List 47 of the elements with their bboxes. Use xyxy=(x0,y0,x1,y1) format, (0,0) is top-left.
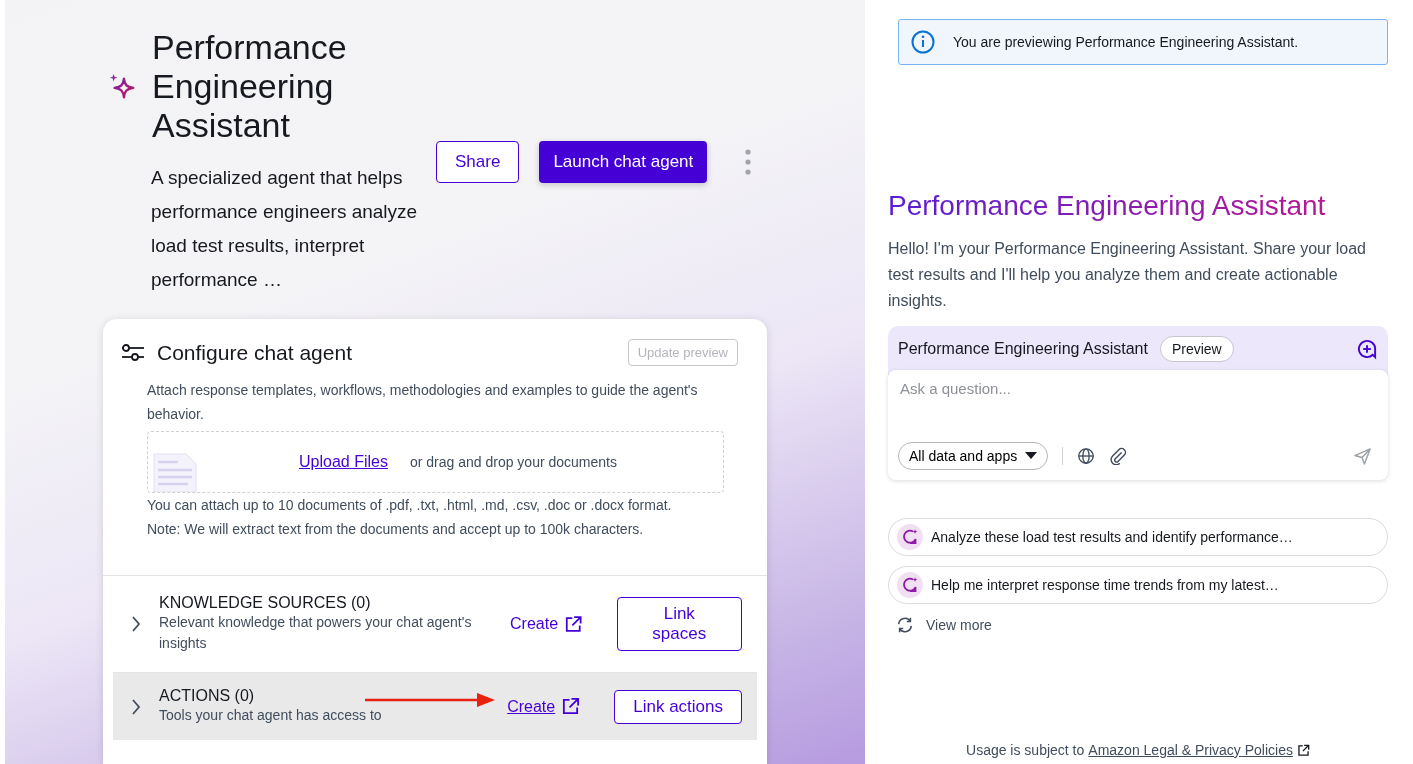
section-title: KNOWLEDGE SOURCES (0) xyxy=(159,594,372,612)
legal-link[interactable]: Amazon Legal & Privacy Policies xyxy=(1088,742,1293,758)
greeting-text: Hello! I'm your Performance Engineering Assistant. Share your load test results and I'll help you analyze them and create actionable insights. xyxy=(888,239,1367,311)
collapsible-section[interactable]: ACTIONS (0) Tools your chat agent has access to Create Link actions xyxy=(113,672,757,740)
card-title: Configure chat agent xyxy=(157,340,353,365)
external-link-icon xyxy=(564,614,583,634)
file-drop-zone[interactable]: Upload Files or drag and drop your documents xyxy=(147,431,724,493)
section-description: Relevant knowledge that powers your chat agent's insights xyxy=(159,613,473,653)
drop-hint: or drag and drop your documents xyxy=(409,454,617,470)
launch-chat-agent-button[interactable]: Launch chat agent xyxy=(539,141,708,183)
globe-icon[interactable] xyxy=(1077,447,1096,465)
link-button[interactable]: Link actions xyxy=(614,689,742,724)
chat-sparkle-icon xyxy=(897,524,923,550)
chevron-right-icon[interactable] xyxy=(131,615,141,633)
info-icon xyxy=(911,30,935,54)
chat-title: Performance Engineering Assistant xyxy=(898,340,1148,358)
section-title: ACTIONS (0) xyxy=(159,687,256,705)
upload-note: You can attach up to 10 documents of .pdf, .txt, .html, .md, .csv, .doc or .docx format. xyxy=(147,496,673,515)
external-link-icon xyxy=(1296,743,1310,757)
refresh-icon xyxy=(896,616,914,634)
data-scope-dropdown[interactable]: All data and apps xyxy=(898,442,1049,470)
new-chat-icon[interactable] xyxy=(1357,338,1378,360)
footer-text: Usage is subject to xyxy=(966,742,1085,758)
external-link-icon xyxy=(561,697,581,716)
settings-sliders-icon xyxy=(121,342,145,363)
create-link[interactable]: Create xyxy=(510,615,559,633)
section-description: Tools your chat agent has access to xyxy=(159,706,383,725)
upload-note: Note: We will extract text from the documents and accept up to 100k characters. xyxy=(147,520,645,539)
collapsible-section[interactable]: KNOWLEDGE SOURCES (0) Relevant knowledge that powers your chat agent's insights Create Link spaces xyxy=(103,575,767,672)
chevron-right-icon[interactable] xyxy=(131,697,141,716)
view-more-button[interactable]: View more xyxy=(888,604,1000,646)
chat-sparkle-icon xyxy=(897,572,923,598)
configure-intro: Attach response templates, workflows, methodologies and examples to guide the agent's behavior. xyxy=(147,381,699,424)
suggested-prompt[interactable]: Help me interpret response time trends from my latest… xyxy=(888,566,1388,604)
question-input[interactable]: Ask a question... All data and apps xyxy=(888,370,1388,480)
link-button[interactable]: Link spaces xyxy=(616,597,742,651)
agent-description: A specialized agent that helps performance engineers analyze load test results, interpret performance … xyxy=(151,166,419,292)
caret-down-icon xyxy=(1025,452,1038,460)
banner-text: You are previewing Performance Engineering Assistant. xyxy=(953,34,1299,50)
suggested-prompt[interactable]: Analyze these load test results and identify performance… xyxy=(888,518,1388,556)
preview-badge: Preview xyxy=(1159,336,1234,362)
upload-files-link[interactable]: Upload Files xyxy=(299,453,388,471)
share-button[interactable]: Share xyxy=(436,141,520,183)
send-icon[interactable] xyxy=(1353,446,1372,466)
agent-title: Performance Engineering Assistant xyxy=(152,28,348,145)
paperclip-icon[interactable] xyxy=(1109,447,1128,465)
create-link[interactable]: Create xyxy=(507,697,556,716)
